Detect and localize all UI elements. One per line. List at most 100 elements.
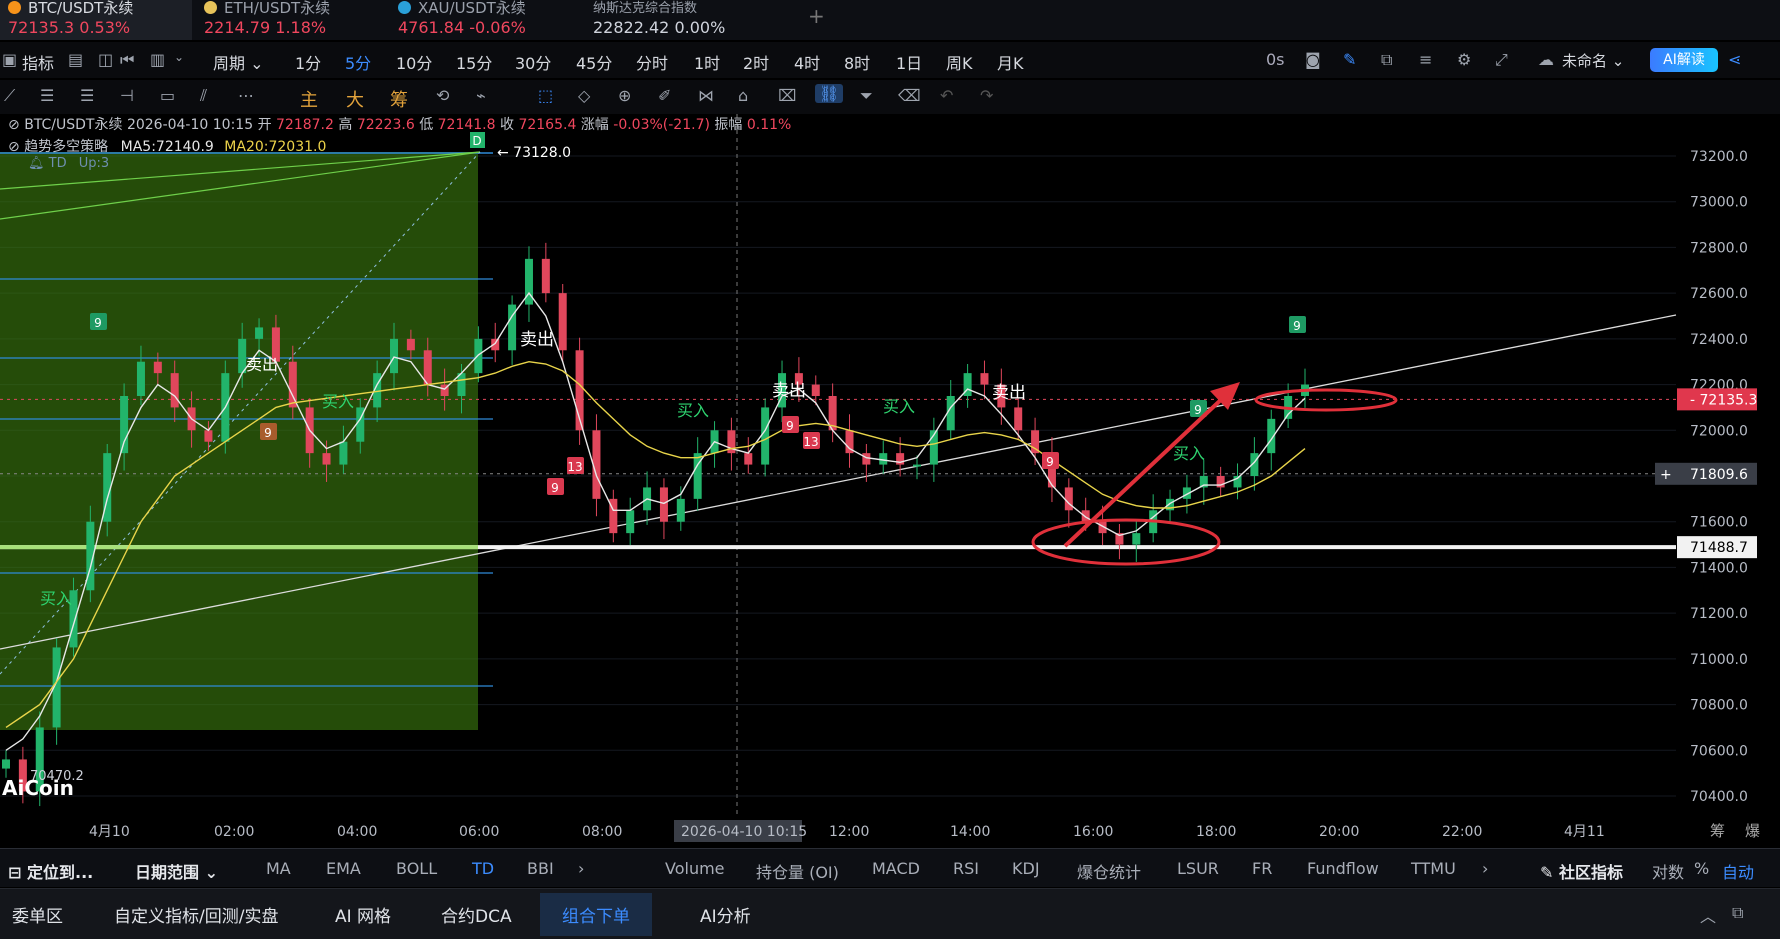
rect-tool-icon[interactable]: ▭ [160, 86, 175, 105]
interval-1m[interactable]: 1分 [295, 50, 321, 74]
magnet-icon[interactable]: ⋈ [698, 86, 714, 105]
sub-ind-oi[interactable]: 持仓量 (OI) [756, 859, 839, 883]
tab-custom-indicator[interactable]: 自定义指标/回测/实盘 [114, 902, 278, 927]
copy-icon[interactable]: ⧉ [1381, 50, 1392, 70]
camera-icon[interactable]: ◙ [1305, 50, 1321, 69]
ray-tool-icon[interactable]: ⊣ [120, 86, 134, 105]
main-ind-ema[interactable]: EMA [326, 859, 361, 878]
cloud-icon[interactable]: ☁ [1538, 50, 1554, 69]
zoom-icon[interactable]: ⊕ [618, 86, 631, 105]
interval-30m[interactable]: 30分 [515, 50, 551, 74]
interval-10m[interactable]: 10分 [396, 50, 432, 74]
undo-icon[interactable]: ↶ [940, 86, 953, 105]
main-chip-button[interactable]: 主 [300, 86, 318, 112]
link-icon[interactable]: ⛓ [815, 84, 844, 103]
replay-icon[interactable]: ⟲ [436, 86, 449, 105]
interval-1d[interactable]: 1日 [896, 50, 922, 74]
line-tool-icon[interactable]: ⟋ [4, 86, 15, 106]
interval-month[interactable]: 月K [997, 50, 1024, 74]
bell-icon[interactable]: 🔔︎ [28, 156, 45, 171]
hlines-tool-icon[interactable]: ☰ [40, 86, 54, 105]
period-dropdown[interactable]: 周期 ⌄ [213, 50, 264, 74]
main-ind-ma[interactable]: MA [266, 859, 291, 878]
more-icon[interactable]: ⋯ [238, 86, 254, 105]
eye-icon[interactable]: ⊘ [8, 139, 20, 155]
td-count-text: 13 [567, 460, 582, 474]
eraser-icon[interactable]: ✐ [658, 86, 671, 105]
fib-tool-icon[interactable]: ⫽ [200, 86, 207, 106]
percent-toggle[interactable]: % [1694, 859, 1709, 878]
sub-ind-kdj[interactable]: KDJ [1012, 859, 1040, 878]
main-ind-boll[interactable]: BOLL [396, 859, 437, 878]
sub-ind-fr[interactable]: FR [1252, 859, 1272, 878]
x-tick-label: 22:00 [1442, 824, 1482, 840]
lock-icon[interactable]: ⌂ [738, 86, 748, 105]
big-order-button[interactable]: 大 [346, 86, 364, 112]
chips-button[interactable]: 筹 [390, 86, 408, 112]
settings-icon[interactable]: ⚙ [1457, 50, 1471, 69]
date-range-dropdown[interactable]: 日期范围 ⌄ [135, 859, 218, 883]
candle-type-icon[interactable]: ▥ [150, 50, 165, 69]
interval-2h[interactable]: 2时 [743, 50, 769, 74]
list-icon[interactable]: ≡ [1419, 50, 1432, 69]
interval-week[interactable]: 周K [946, 50, 973, 74]
tab-ai-grid[interactable]: AI 网格 [335, 902, 391, 927]
ticker-tab-btc[interactable]: BTC/USDT永续 72135.3 0.53% [0, 0, 192, 40]
sub-ind-rsi[interactable]: RSI [953, 859, 979, 878]
ticker-tab-xau[interactable]: XAU/USDT永续 4761.84 -0.06% [390, 0, 570, 40]
tab-contract-dca[interactable]: 合约DCA [441, 902, 512, 927]
interval-1h[interactable]: 1时 [694, 50, 720, 74]
sub-ind-liquidation[interactable]: 爆仓统计 [1077, 859, 1141, 883]
share-icon[interactable]: ⋖ [1728, 50, 1741, 69]
main-ind-td[interactable]: TD [472, 859, 494, 878]
tab-orders[interactable]: 委单区 [12, 902, 63, 927]
popout-icon[interactable]: ⧉ [1732, 903, 1743, 923]
eye-icon[interactable]: ⊘ [8, 117, 20, 133]
indicators-button[interactable]: 指标 [22, 50, 54, 74]
interval-5m[interactable]: 5分 [345, 50, 371, 74]
y-tick-label: 72800.0 [1690, 240, 1748, 256]
ticker-tab-nasdaq[interactable]: 纳斯达克综合指数 22822.42 0.00% [585, 0, 775, 40]
auto-scale-toggle[interactable]: 自动 [1722, 859, 1754, 883]
rewind-icon[interactable]: ⏮ [120, 50, 134, 70]
ai-interpret-button[interactable]: AI解读 [1650, 48, 1718, 72]
sub-ind-volume[interactable]: Volume [665, 859, 725, 878]
calendar-icon[interactable]: ▤ [68, 50, 83, 69]
ticker-tab-eth[interactable]: ETH/USDT永续 2214.79 1.18% [196, 0, 376, 40]
trash-icon[interactable]: ⌫ [898, 86, 921, 105]
tab-ai-analysis[interactable]: AI分析 [700, 902, 751, 927]
ruler-icon[interactable]: ◇ [578, 86, 590, 105]
tab-combo-order[interactable]: 组合下单 [540, 893, 652, 936]
interval-timeshare[interactable]: 分时 [636, 50, 668, 74]
chart-canvas[interactable]: 卖出卖出 卖出卖出买入 买入 买入买入买入99139913999D← 73128.07… [0, 114, 1780, 848]
add-tab-button[interactable]: + [808, 4, 825, 28]
chevron-down-icon[interactable]: ⌄ [174, 50, 184, 64]
interval-8h[interactable]: 8时 [844, 50, 870, 74]
collapse-icon[interactable]: ︿ [1700, 903, 1716, 927]
log-scale-toggle[interactable]: 对数 [1652, 859, 1684, 883]
interval-45m[interactable]: 45分 [576, 50, 612, 74]
main-ind-bbi[interactable]: BBI [527, 859, 554, 878]
chevron-right-icon[interactable]: › [578, 859, 584, 878]
filter-icon[interactable]: ⏷ [860, 86, 873, 106]
locate-button[interactable]: ⊟ 定位到... [8, 859, 93, 883]
layout-name-dropdown[interactable]: 未命名 ⌄ [1562, 50, 1624, 71]
brush-icon[interactable]: ⌁ [476, 86, 486, 105]
sub-ind-ttmu[interactable]: TTMU [1411, 859, 1456, 878]
cursor-icon[interactable]: ⬚ [538, 86, 553, 105]
community-indicators-button[interactable]: ✎ 社区指标 [1540, 859, 1623, 883]
pen-icon[interactable]: ✎ [1343, 50, 1356, 69]
layout-icon[interactable]: ◫ [98, 50, 113, 69]
sub-ind-macd[interactable]: MACD [872, 859, 920, 878]
sub-ind-lsur[interactable]: LSUR [1177, 859, 1219, 878]
price-chart[interactable]: 卖出 卖出 卖出 卖出 买入 买入 买入 买入 买入 9 9 13 9 9 13 9 9 9 D ← 73128.0 7… [0, 114, 1780, 848]
interval-4h[interactable]: 4时 [794, 50, 820, 74]
channel-tool-icon[interactable]: ☰ [80, 86, 94, 105]
interval-15m[interactable]: 15分 [456, 50, 492, 74]
hide-icon[interactable]: ⌧ [778, 86, 796, 105]
fullscreen-icon[interactable]: ⤢ [1495, 50, 1508, 70]
chevron-right-icon[interactable]: › [1482, 859, 1488, 878]
sub-ind-fundflow[interactable]: Fundflow [1307, 859, 1379, 878]
redo-icon[interactable]: ↷ [980, 86, 993, 105]
indicator-icon[interactable]: ▣ [2, 50, 17, 69]
